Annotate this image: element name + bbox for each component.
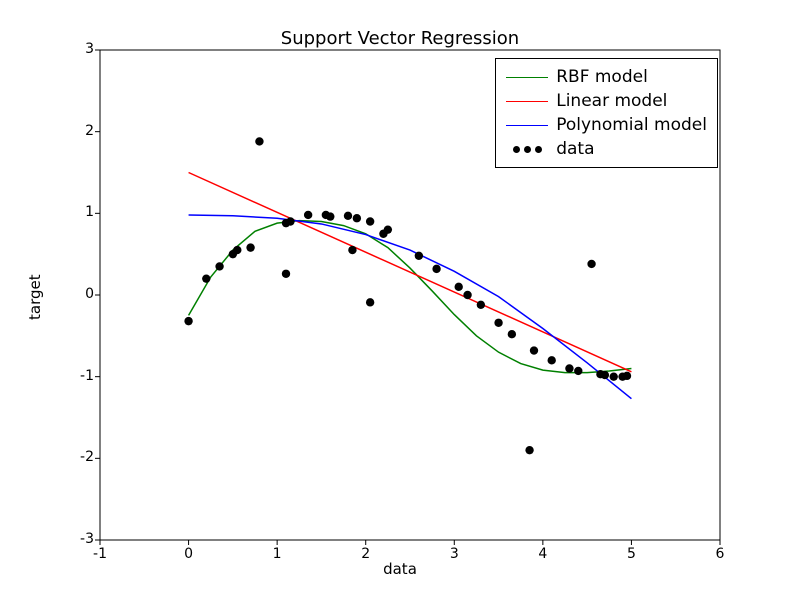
y-tick-label: 1 bbox=[54, 204, 94, 220]
x-tick-label: -1 bbox=[80, 546, 120, 562]
x-tick-label: 4 bbox=[523, 546, 563, 562]
legend-label: data bbox=[556, 139, 594, 159]
legend-entry-data: data bbox=[506, 137, 707, 161]
legend-label: RBF model bbox=[556, 67, 648, 87]
y-tick-label: -1 bbox=[54, 368, 94, 384]
y-axis-label: target bbox=[26, 274, 44, 320]
x-axis-label: data bbox=[0, 560, 800, 578]
legend-entry-poly: Polynomial model bbox=[506, 113, 707, 137]
y-tick-label: 3 bbox=[54, 41, 94, 57]
legend-swatch-line bbox=[506, 91, 548, 111]
legend-label: Linear model bbox=[556, 91, 667, 111]
y-tick-label: 0 bbox=[54, 286, 94, 302]
legend-entry-linear: Linear model bbox=[506, 89, 707, 113]
legend-swatch-line bbox=[506, 115, 548, 135]
y-tick-label: -2 bbox=[54, 449, 94, 465]
legend-swatch-line bbox=[506, 67, 548, 87]
legend-label: Polynomial model bbox=[556, 115, 707, 135]
chart-figure: Support Vector Regression data target RB… bbox=[0, 0, 800, 600]
x-tick-label: 0 bbox=[169, 546, 209, 562]
x-tick-label: 1 bbox=[257, 546, 297, 562]
legend: RBF model Linear model Polynomial model … bbox=[495, 58, 718, 168]
x-tick-label: 6 bbox=[700, 546, 740, 562]
legend-swatch-scatter bbox=[506, 139, 548, 159]
y-tick-label: 2 bbox=[54, 123, 94, 139]
x-tick-label: 5 bbox=[611, 546, 651, 562]
y-tick-label: -3 bbox=[54, 531, 94, 547]
x-tick-label: 3 bbox=[434, 546, 474, 562]
x-tick-label: 2 bbox=[346, 546, 386, 562]
legend-entry-rbf: RBF model bbox=[506, 65, 707, 89]
